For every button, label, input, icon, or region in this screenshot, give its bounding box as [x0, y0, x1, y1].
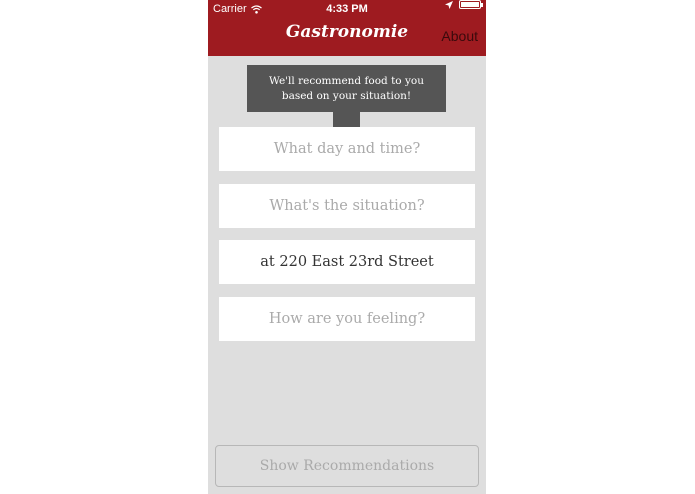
battery-icon [459, 0, 483, 9]
situation-field[interactable]: What's the situation? [219, 184, 475, 228]
tooltip-line-1: We'll recommend food to you [269, 75, 424, 87]
battery-fill [461, 2, 479, 7]
status-bar: Carrier 4:33 PM [208, 0, 486, 18]
show-recommendations-button[interactable]: Show Recommendations [215, 445, 479, 487]
feeling-field[interactable]: How are you feeling? [219, 297, 475, 341]
nav-bar: Carrier 4:33 PM Gastronomie About [208, 0, 486, 56]
location-arrow-icon [445, 0, 453, 9]
tooltip-line-2: based on your situation! [281, 90, 412, 102]
location-field[interactable]: at 220 East 23rd Street [219, 240, 475, 284]
status-right [445, 0, 483, 9]
tooltip-tail [333, 112, 360, 127]
info-tooltip: We'll recommend food to you based on you… [247, 65, 446, 112]
app-screen: Carrier 4:33 PM Gastronomie About We'll [208, 0, 486, 494]
about-link[interactable]: About [441, 28, 478, 44]
day-time-field[interactable]: What day and time? [219, 127, 475, 171]
